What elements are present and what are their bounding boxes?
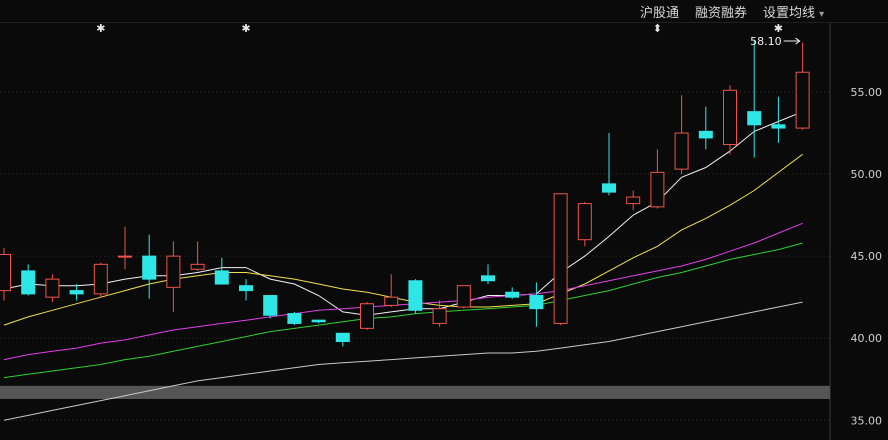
- event-marker-icon: ✱: [774, 22, 783, 35]
- y-tick-label: 40.00: [851, 332, 883, 345]
- candle-body: [577, 203, 592, 241]
- candle-body: [45, 278, 60, 298]
- candle-body: [190, 263, 205, 270]
- candle-body: [311, 319, 326, 323]
- high-price-label: 58.10: [750, 35, 782, 48]
- candle-body: [553, 193, 568, 324]
- candle-body: [166, 255, 181, 288]
- y-tick-label: 55.00: [851, 86, 883, 99]
- candle-body: [0, 253, 11, 292]
- candle-body: [698, 130, 713, 139]
- candle-body: [408, 280, 423, 311]
- candle-body: [650, 171, 665, 208]
- candle-body: [747, 111, 762, 126]
- candle-body: [771, 124, 786, 129]
- ma-line-ma60: [3, 301, 803, 421]
- y-tick-label: 35.00: [851, 414, 883, 427]
- candle-body: [263, 295, 278, 316]
- price-band: [0, 385, 830, 399]
- y-tick-label: 50.00: [851, 168, 883, 181]
- ma-line-ma10: [3, 153, 803, 326]
- candle-body: [142, 255, 157, 280]
- candle-body: [239, 285, 253, 292]
- candle-body: [626, 196, 641, 205]
- candle-body: [723, 89, 737, 145]
- candle-body: [118, 255, 132, 258]
- candle-body: [602, 183, 616, 193]
- candlestick-chart[interactable]: 55.0050.0045.0040.0035.00✱ ✱ ⬍ ✱58.10: [0, 0, 888, 440]
- candle-body: [432, 308, 447, 324]
- candle-body: [93, 263, 108, 295]
- candle-body: [384, 296, 399, 306]
- candle-body: [481, 275, 495, 282]
- candle-body: [214, 270, 229, 285]
- candle-body: [69, 290, 84, 295]
- candle-body: [287, 313, 302, 324]
- candle-body: [456, 285, 471, 308]
- candle-body: [505, 291, 520, 298]
- ma-line-ma20: [3, 222, 803, 361]
- candle-body: [674, 132, 689, 170]
- candle-body: [529, 295, 544, 310]
- candle-body: [335, 332, 350, 342]
- candle-body: [795, 71, 810, 129]
- event-marker-icon: ✱: [96, 22, 105, 35]
- candle-body: [360, 303, 374, 329]
- event-marker-icon: ⬍: [653, 22, 662, 35]
- event-marker-icon: ✱: [241, 22, 250, 35]
- candle-body: [21, 270, 36, 295]
- y-tick-label: 45.00: [851, 250, 883, 263]
